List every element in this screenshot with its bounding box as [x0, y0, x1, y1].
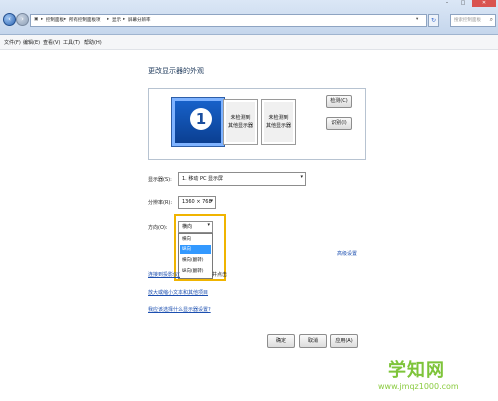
chevron-down-icon: ▾	[210, 198, 213, 204]
chevron-right-icon: ▸	[64, 17, 67, 22]
maximize-button[interactable]: □	[456, 0, 470, 7]
chevron-right-icon: ▸	[41, 17, 44, 22]
resolution-label: 分辨率(R):	[148, 200, 173, 206]
connect-projector-tail: 并点击	[212, 272, 228, 278]
monitor-2-label-line1: 未检测到	[230, 115, 251, 121]
monitor-1-number: 1	[190, 108, 212, 130]
refresh-icon[interactable]: ↻	[428, 14, 439, 27]
display-select[interactable]: 1. 移动 PC 显示屏 ▾	[178, 172, 306, 186]
menu-help[interactable]: 帮助(H)	[84, 39, 102, 46]
cancel-button[interactable]: 取消	[299, 334, 327, 348]
detect-button[interactable]: 检测(C)	[326, 95, 352, 108]
menu-tools[interactable]: 工具(T)	[63, 39, 80, 46]
breadcrumb-item[interactable]: 显示	[112, 17, 121, 23]
search-icon[interactable]: ⌕	[490, 16, 493, 24]
close-button[interactable]: ✕	[472, 0, 496, 7]
display-label: 显示器(S):	[148, 177, 172, 183]
resolution-select[interactable]: 1360 × 768 ▾	[178, 196, 216, 209]
text-size-link[interactable]: 放大或缩小文本和其他项目	[148, 289, 208, 296]
monitor-3[interactable]: 未检测到 其他显示器	[261, 99, 296, 145]
page-title: 更改显示器的外观	[148, 67, 204, 75]
breadcrumb-item[interactable]: 所有控制面板项	[69, 17, 101, 23]
search-input[interactable]: 搜索控制面板 ⌕	[450, 14, 496, 27]
connect-projector-link[interactable]: 连接到投影仪(	[148, 271, 180, 278]
monitor-3-label-line1: 未检测到	[268, 115, 289, 121]
menu-view[interactable]: 查看(V)	[43, 39, 60, 46]
menu-bar: 文件(F) 编辑(E) 查看(V) 工具(T) 帮助(H)	[0, 35, 498, 50]
ok-button[interactable]: 确定	[267, 334, 295, 348]
monitor-2-label-line2: 其他显示器	[227, 123, 253, 129]
watermark-brand: 学知网	[388, 360, 445, 381]
breadcrumb[interactable]: ▣ ▸ 控制面板 ▸ 所有控制面板项 ▸ 显示 ▸ 屏幕分辨率 ▾	[30, 14, 427, 27]
resolution-select-value: 1360 × 768	[182, 199, 212, 205]
chevron-right-icon: ▸	[123, 17, 126, 22]
breadcrumb-item[interactable]: 控制面板	[46, 17, 64, 23]
forward-button[interactable]: ›	[16, 13, 29, 26]
identify-button[interactable]: 识别(I)	[326, 117, 352, 130]
orientation-label: 方向(O):	[148, 225, 168, 231]
dropdown-arrow-icon[interactable]: ▾	[416, 17, 418, 22]
advanced-settings-link[interactable]: 高级设置	[337, 250, 357, 257]
which-settings-link[interactable]: 我应该选择什么显示器设置?	[148, 306, 211, 313]
chevron-down-icon: ▾	[300, 174, 303, 180]
monitor-2[interactable]: 未检测到 其他显示器	[223, 99, 258, 145]
breadcrumb-item[interactable]: 屏幕分辨率	[128, 17, 151, 23]
menu-edit[interactable]: 编辑(E)	[23, 39, 40, 46]
watermark-url: www.jmqz1000.com	[378, 382, 459, 391]
minimize-button[interactable]: –	[440, 0, 454, 7]
back-button[interactable]: ‹	[3, 13, 16, 26]
apply-button[interactable]: 应用(A)	[330, 334, 358, 348]
chevron-right-icon: ▸	[107, 17, 110, 22]
search-placeholder: 搜索控制面板	[454, 18, 481, 23]
display-select-value: 1. 移动 PC 显示屏	[182, 176, 224, 182]
menu-file[interactable]: 文件(F)	[4, 39, 21, 46]
folder-icon: ▣	[34, 17, 39, 22]
monitor-3-label-line2: 其他显示器	[265, 123, 291, 129]
